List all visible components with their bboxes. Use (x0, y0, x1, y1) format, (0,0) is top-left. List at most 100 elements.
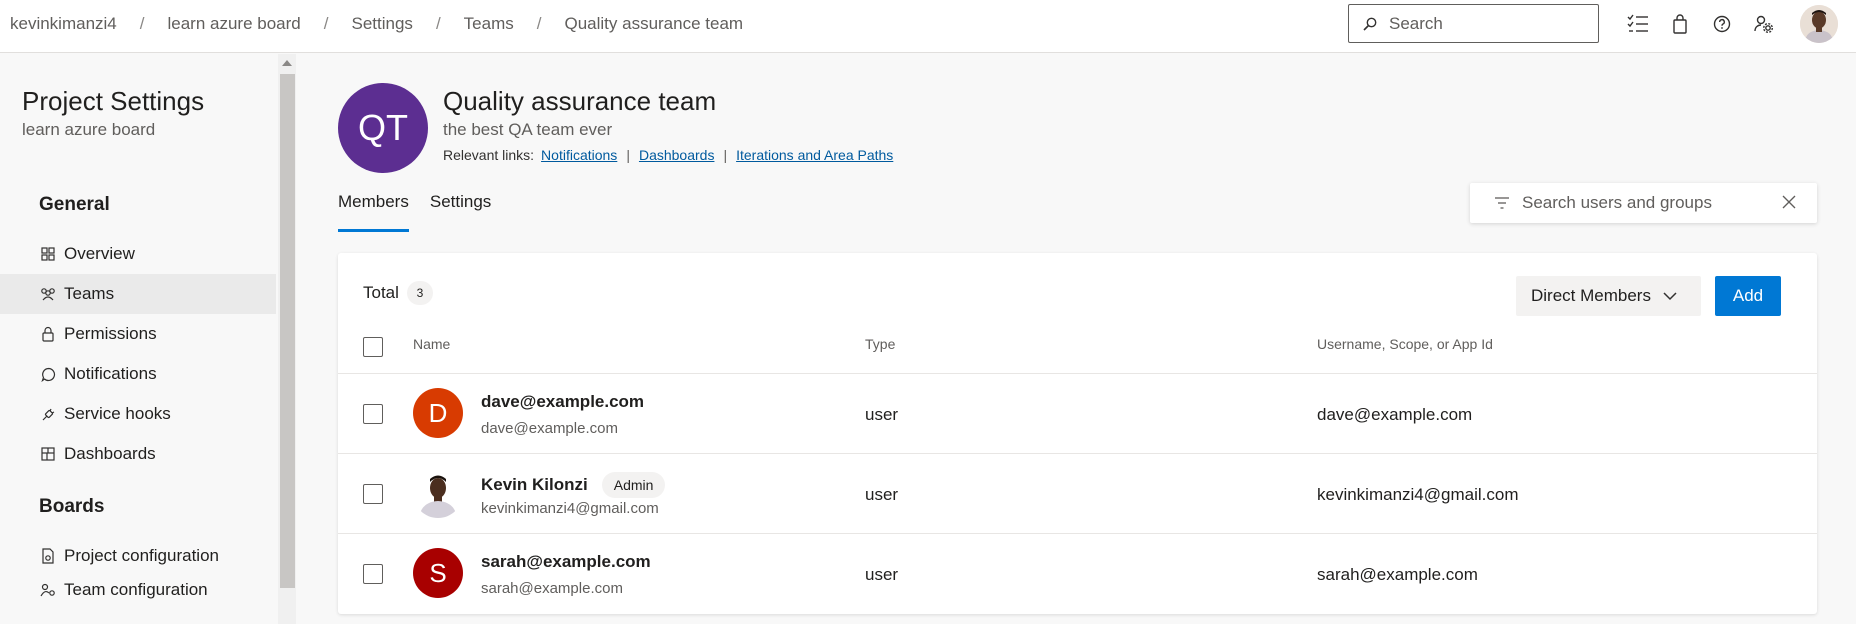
sidebar-item-overview[interactable]: Overview (0, 234, 276, 274)
scroll-up-arrow-icon[interactable] (281, 58, 293, 68)
sidebar-item-label: Notifications (64, 364, 157, 383)
sidebar-scroll-thumb[interactable] (280, 74, 295, 588)
sidebar-item-label: Team configuration (64, 580, 208, 599)
link-notifications[interactable]: Notifications (541, 147, 617, 163)
breadcrumb: kevinkimanzi4 / learn azure board / Sett… (10, 14, 743, 34)
task-list-icon[interactable] (1626, 12, 1650, 36)
table-row[interactable]: S sarah@example.com sarah@example.com us… (338, 533, 1817, 613)
tab-settings[interactable]: Settings (430, 192, 491, 232)
team-name: Quality assurance team (443, 86, 717, 116)
chat-bubble-icon (40, 366, 56, 382)
member-username: sarah@example.com (1317, 565, 1478, 584)
sidebar-item-service-hooks[interactable]: Service hooks (0, 394, 276, 434)
document-gear-icon (40, 548, 56, 564)
project-settings-sidebar: Project Settings learn azure board Gener… (0, 54, 296, 624)
dropdown-label: Direct Members (1531, 286, 1651, 305)
sidebar-title: Project Settings (22, 86, 205, 116)
tab-members[interactable]: Members (338, 192, 409, 232)
top-icons (1626, 12, 1794, 36)
member-name-text: dave@example.com (481, 392, 645, 411)
breadcrumb-teams[interactable]: Teams (464, 14, 514, 34)
global-search-input[interactable]: Search (1348, 4, 1599, 43)
user-avatar[interactable] (1800, 5, 1838, 43)
direct-members-dropdown[interactable]: Direct Members (1516, 276, 1701, 316)
sidebar-item-label: Service hooks (64, 404, 171, 423)
breadcrumb-project[interactable]: learn azure board (168, 14, 301, 34)
link-iterations-area-paths[interactable]: Iterations and Area Paths (736, 147, 893, 163)
sidebar-section-general: General (39, 194, 110, 215)
breadcrumb-separator: / (536, 14, 542, 33)
sidebar-section-boards: Boards (39, 496, 105, 517)
search-icon (1363, 17, 1377, 31)
team-avatar: QT (338, 83, 428, 173)
row-checkbox[interactable] (363, 564, 383, 584)
members-total: Total 3 (363, 281, 433, 305)
members-card: Total 3 Direct Members Add Name Type Use… (338, 253, 1817, 614)
sidebar-item-label: Dashboards (64, 444, 156, 463)
teams-icon (40, 286, 56, 302)
team-description: the best QA team ever (443, 120, 613, 139)
shopping-bag-icon[interactable] (1668, 12, 1692, 36)
link-divider: | (723, 147, 728, 163)
member-email: dave@example.com (481, 420, 618, 437)
member-name-text: Kevin Kilonzi (481, 475, 588, 494)
member-search-placeholder: Search users and groups (1522, 193, 1712, 212)
chevron-down-icon (1663, 291, 1677, 300)
dashboard-icon (40, 446, 56, 462)
link-dashboards[interactable]: Dashboards (639, 147, 715, 163)
member-email: kevinkimanzi4@gmail.com (481, 500, 659, 517)
total-label: Total (363, 283, 399, 302)
breadcrumb-settings[interactable]: Settings (352, 14, 413, 34)
sidebar-item-label: Project configuration (64, 546, 219, 565)
member-type: user (865, 565, 899, 584)
member-type: user (865, 485, 899, 504)
link-divider: | (626, 147, 630, 163)
column-header-username[interactable]: Username, Scope, or App Id (1317, 336, 1493, 352)
plug-icon (40, 406, 56, 422)
member-email: sarah@example.com (481, 580, 623, 597)
sidebar-item-teams[interactable]: Teams (0, 274, 276, 314)
column-header-type[interactable]: Type (865, 336, 895, 352)
member-username: kevinkimanzi4@gmail.com (1317, 485, 1519, 504)
sidebar-item-permissions[interactable]: Permissions (0, 314, 276, 354)
breadcrumb-organization[interactable]: kevinkimanzi4 (10, 14, 117, 34)
team-gear-icon (40, 582, 56, 598)
column-header-name[interactable]: Name (413, 336, 450, 352)
avatar: S (413, 548, 463, 598)
relevant-links-label: Relevant links: (443, 147, 535, 163)
sidebar-item-label: Overview (64, 244, 135, 263)
avatar: D (413, 388, 463, 438)
lock-icon (40, 326, 56, 342)
member-type: user (865, 405, 899, 424)
sidebar-item-dashboards[interactable]: Dashboards (0, 434, 276, 474)
overview-icon (40, 246, 56, 262)
admin-badge: Admin (601, 472, 666, 498)
team-tabs: Members Settings (338, 192, 512, 232)
member-username: dave@example.com (1317, 405, 1473, 424)
select-all-checkbox[interactable] (363, 337, 383, 357)
member-search-input[interactable]: Search users and groups (1470, 183, 1817, 223)
user-settings-icon[interactable] (1752, 12, 1776, 36)
top-bar: kevinkimanzi4 / learn azure board / Sett… (0, 0, 1856, 53)
help-icon[interactable] (1710, 12, 1734, 36)
sidebar-item-team-configuration[interactable]: Team configuration (0, 570, 276, 610)
breadcrumb-current-team[interactable]: Quality assurance team (564, 14, 743, 34)
sidebar-subtitle: learn azure board (22, 120, 156, 139)
row-checkbox[interactable] (363, 404, 383, 424)
breadcrumb-separator: / (139, 14, 145, 33)
member-name: Kevin Kilonzi Admin (481, 472, 666, 498)
close-icon[interactable] (1781, 194, 1797, 210)
member-name: dave@example.com (481, 392, 644, 412)
table-row[interactable]: D dave@example.com dave@example.com user… (338, 373, 1817, 453)
search-placeholder: Search (1389, 13, 1443, 33)
breadcrumb-separator: / (435, 14, 441, 33)
add-member-button[interactable]: Add (1715, 276, 1781, 316)
avatar (413, 468, 463, 518)
sidebar-item-label: Permissions (64, 324, 157, 343)
row-checkbox[interactable] (363, 484, 383, 504)
sidebar-item-notifications[interactable]: Notifications (0, 354, 276, 394)
total-count-badge: 3 (406, 281, 433, 305)
member-name: sarah@example.com (481, 552, 651, 572)
table-row[interactable]: Kevin Kilonzi Admin kevinkimanzi4@gmail.… (338, 453, 1817, 533)
relevant-links: Relevant links: Notifications | Dashboar… (443, 147, 893, 163)
